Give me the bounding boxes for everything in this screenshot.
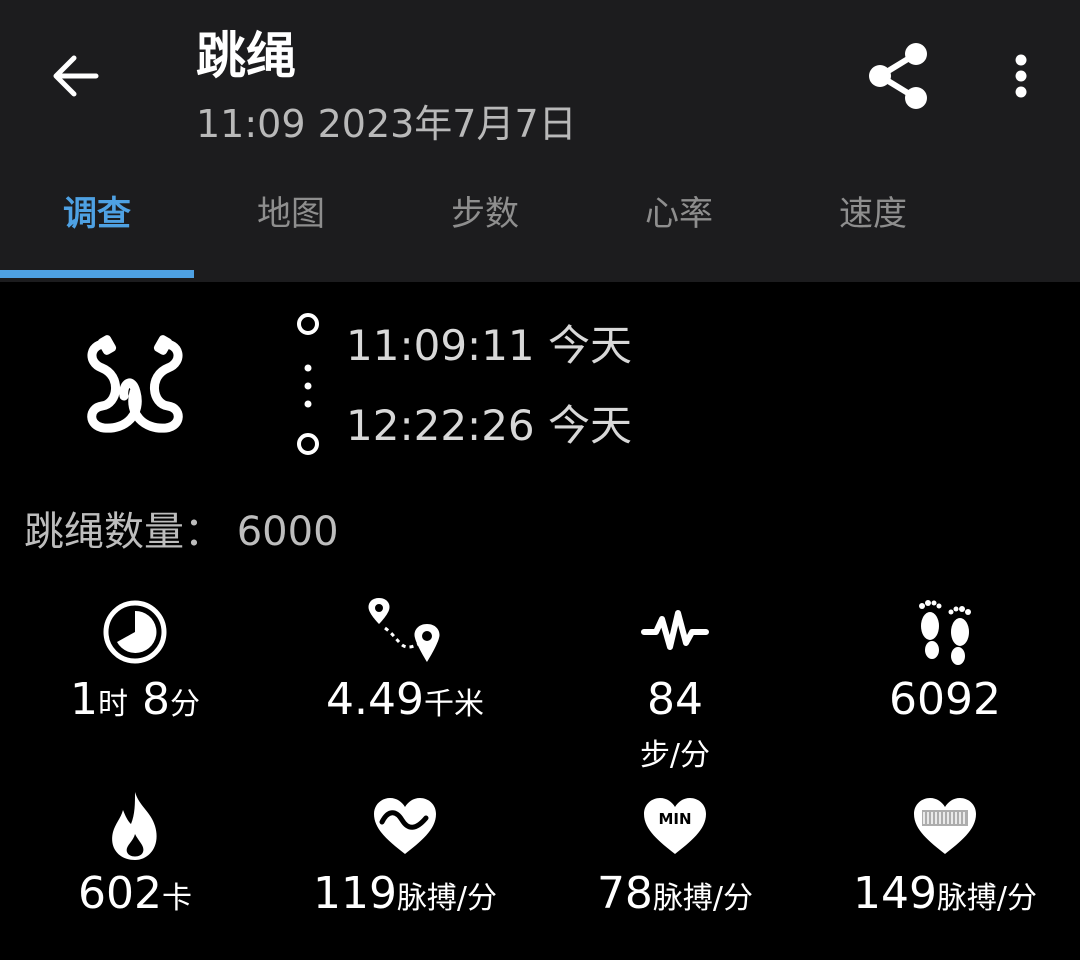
stat-calories: 602卡: [0, 786, 270, 931]
stat-max-heart-rate: 149脉搏/分: [810, 786, 1080, 931]
route-icon: [368, 598, 440, 662]
share-icon: [869, 43, 927, 109]
tab-steps[interactable]: 步数: [388, 186, 582, 242]
duration-hours-value: 1: [70, 674, 98, 725]
min-heart-rate-unit: 脉搏/分: [652, 881, 754, 916]
distance-unit: 千米: [423, 687, 484, 722]
end-time: 12:22:26 今天: [346, 401, 632, 450]
more-options-button[interactable]: [996, 46, 1046, 106]
jump-count-value: 6000: [236, 509, 339, 555]
jump-rope-icon: [70, 322, 200, 452]
cadence-icon: [641, 610, 709, 650]
tab-survey[interactable]: 调查: [0, 186, 194, 242]
min-heart-rate-value: 78: [596, 868, 653, 919]
page-subtitle-datetime: 11:09 2023年7月7日: [196, 102, 577, 146]
max-heart-rate-unit: 脉搏/分: [936, 881, 1038, 916]
arrow-left-icon: [53, 55, 99, 97]
heart-min-icon: MIN: [644, 798, 706, 854]
calories-value: 602: [78, 868, 162, 919]
duration-minutes-value: 8: [128, 674, 170, 725]
tab-heart-rate[interactable]: 心率: [582, 186, 776, 242]
stat-steps: 6092: [810, 592, 1080, 737]
start-time: 11:09:11 今天: [346, 321, 632, 370]
duration-minutes-unit: 分: [169, 687, 200, 722]
avg-heart-rate-value: 119: [312, 868, 397, 919]
jump-count: 跳绳数量： 6000: [24, 504, 339, 560]
tab-map[interactable]: 地图: [194, 186, 388, 242]
more-vert-icon: [1015, 54, 1027, 98]
stat-avg-heart-rate: 119脉搏/分: [270, 786, 540, 931]
duration-hours-unit: 时: [98, 687, 128, 722]
app-header: 跳绳 11:09 2023年7月7日 调查 地图 步数 心率 速度: [0, 0, 1080, 282]
cadence-value: 84: [647, 674, 703, 725]
back-button[interactable]: [46, 46, 106, 106]
flame-icon: [112, 792, 157, 860]
stat-min-heart-rate: MIN 78脉搏/分: [540, 786, 810, 931]
page-title: 跳绳: [196, 27, 296, 85]
active-tab-indicator: [0, 270, 194, 278]
distance-value: 4.49: [326, 674, 424, 725]
heart-wave-icon: [374, 798, 436, 854]
time-range-timeline: [290, 306, 330, 466]
stat-distance: 4.49千米: [270, 592, 540, 737]
footprints-icon: [919, 600, 971, 665]
tab-speed[interactable]: 速度: [776, 186, 970, 242]
calories-unit: 卡: [161, 881, 192, 916]
stat-cadence: 84 步/分: [540, 592, 810, 779]
max-heart-rate-value: 149: [852, 868, 937, 919]
share-button[interactable]: [858, 36, 938, 116]
steps-value: 6092: [889, 674, 1001, 725]
heart-max-icon: [914, 798, 976, 854]
avg-heart-rate-unit: 脉搏/分: [396, 881, 498, 916]
cadence-unit: 步/分: [639, 738, 711, 773]
stat-duration: 1时 8分: [0, 592, 270, 737]
heart-min-label: MIN: [658, 810, 691, 828]
jump-count-label: 跳绳数量：: [24, 509, 224, 555]
clock-icon: [103, 600, 167, 664]
